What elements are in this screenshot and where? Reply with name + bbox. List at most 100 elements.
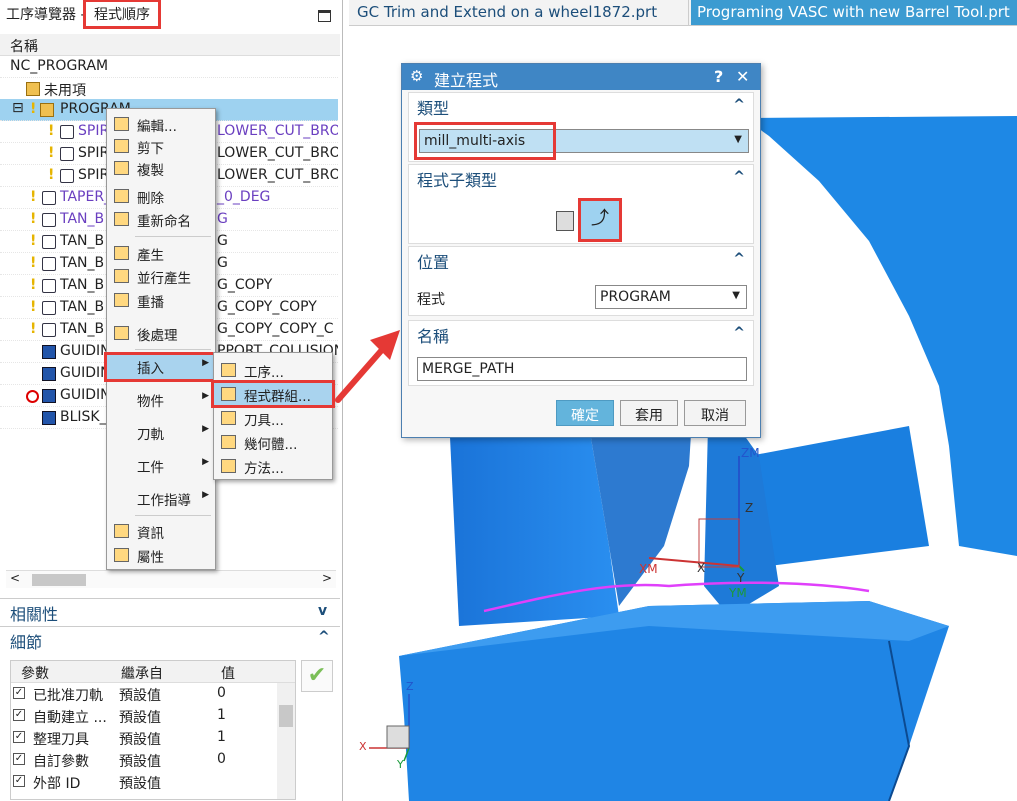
menu-separator [135, 515, 211, 516]
warning-icon: ! [30, 211, 37, 227]
help-icon[interactable]: ? [714, 67, 723, 86]
column-header-name[interactable]: 名稱 [0, 34, 340, 56]
menu-item-operation[interactable]: 工序... [214, 359, 332, 381]
close-icon[interactable]: ✕ [736, 67, 749, 86]
checkbox-checked[interactable]: ✓ [13, 775, 25, 787]
tab-gc-trim[interactable]: GC Trim and Extend on a wheel1872.prt [351, 0, 689, 25]
warning-icon: ! [30, 255, 37, 271]
menu-item-parallel-generate[interactable]: 並行產生 [107, 265, 215, 287]
warning-icon: ! [30, 321, 37, 337]
section-type: 類型 ^ mill_multi-axis ▼ [408, 92, 754, 162]
operation-icon [60, 147, 74, 161]
menu-item-properties[interactable]: 屬性 [107, 544, 215, 566]
table-header-row: 參數 繼承自 值 [11, 661, 295, 683]
tree-row-nc-program[interactable]: NC_PROGRAM [0, 56, 338, 78]
folder-icon [26, 82, 40, 96]
scrollbar-thumb[interactable] [32, 574, 86, 586]
navigator-title: 工序導覽器 - [6, 7, 86, 23]
insert-submenu: 工序... 程式群組... 刀具... 幾何體... 方法... [211, 352, 335, 480]
menu-item-cut[interactable]: 剪下 [107, 135, 215, 157]
method-icon [221, 459, 236, 473]
table-row[interactable]: ✓ 自訂參數 預設值 0 [11, 749, 295, 771]
details-panel-header[interactable]: 細節 ^ [0, 626, 340, 652]
dialog-titlebar[interactable]: ⚙ 建立程式 ? ✕ [402, 64, 760, 90]
maximize-icon[interactable] [318, 10, 331, 22]
details-table: 參數 繼承自 值 ✓ 已批准刀軌 預設值 0 ✓ 自動建立 ... 預設值 1 ✓ 整理刀具預… [10, 660, 296, 800]
chevron-down-icon[interactable]: v [318, 603, 327, 619]
menu-item-workpiece[interactable]: 工件 ▶ [107, 454, 215, 476]
program-subtype-icon[interactable] [556, 211, 574, 231]
table-row[interactable]: ✓ 外部 ID 預設值 [11, 771, 295, 793]
multi-axis-program-icon[interactable]: ⤴ [578, 198, 622, 242]
menu-item-program-group[interactable]: 程式群組... [211, 380, 335, 408]
operation-icon [60, 169, 74, 183]
operation-icon [221, 363, 236, 377]
apply-button[interactable]: 套用 [620, 400, 678, 426]
table-row[interactable]: ✓ 已批准刀軌 預設值 0 [11, 683, 295, 705]
section-name: 名稱 ^ MERGE_PATH [408, 320, 754, 386]
warning-icon: ! [30, 277, 37, 293]
geometry-icon [221, 435, 236, 449]
menu-item-generate[interactable]: 產生 [107, 242, 215, 264]
collapse-icon[interactable]: ⊟ [12, 100, 24, 116]
navigator-view-name[interactable]: 程式順序 [83, 0, 161, 29]
menu-item-geometry[interactable]: 幾何體... [214, 431, 332, 453]
axis-label-ym: YM [729, 586, 747, 600]
horizontal-scrollbar[interactable]: < > [6, 570, 336, 588]
menu-item-method[interactable]: 方法... [214, 455, 332, 477]
scroll-left-icon[interactable]: < [10, 571, 20, 585]
checkbox-checked[interactable]: ✓ [13, 731, 25, 743]
delete-icon [114, 189, 129, 203]
check-apply-icon[interactable]: ✔ [301, 660, 333, 692]
menu-item-insert[interactable]: 插入 ▶ [104, 352, 218, 382]
scrollbar-thumb[interactable] [279, 705, 293, 727]
menu-item-tool[interactable]: 刀具... [214, 407, 332, 429]
program-select[interactable]: PROGRAM ▼ [595, 285, 747, 309]
warning-icon: ! [48, 123, 55, 139]
warning-icon: ! [48, 167, 55, 183]
related-panel-header[interactable]: 相關性 v [0, 598, 340, 624]
chevron-up-icon[interactable]: ^ [318, 629, 330, 645]
menu-item-edit[interactable]: 編輯... [107, 113, 215, 135]
triad-label-z: Z [406, 680, 414, 693]
menu-item-replay[interactable]: 重播 [107, 289, 215, 311]
dropdown-arrow-icon: ▼ [734, 134, 742, 145]
table-row[interactable]: ✓ 整理刀具 預設值 1 [11, 727, 295, 749]
operation-icon [42, 257, 56, 271]
chevron-up-icon[interactable]: ^ [733, 251, 745, 267]
tree-row-unused[interactable]: 未用項 [0, 78, 338, 100]
ok-button[interactable]: 確定 [556, 400, 614, 426]
menu-item-delete[interactable]: 刪除 [107, 185, 215, 207]
scroll-right-icon[interactable]: > [322, 571, 332, 585]
checkbox-checked[interactable]: ✓ [13, 753, 25, 765]
cancel-button[interactable]: 取消 [684, 400, 746, 426]
guiding-op-icon [42, 345, 56, 359]
operation-icon [42, 213, 56, 227]
menu-item-copy[interactable]: 複製 [107, 157, 215, 179]
edit-icon [114, 117, 129, 131]
operation-icon [42, 191, 56, 205]
checkbox-checked[interactable]: ✓ [13, 687, 25, 699]
menu-item-rename[interactable]: 重新命名 [107, 208, 215, 230]
warning-icon: ! [30, 299, 37, 315]
operation-icon [42, 323, 56, 337]
create-program-dialog: ⚙ 建立程式 ? ✕ 類型 ^ mill_multi-axis ▼ 程式子類型 … [401, 63, 761, 438]
guiding-op-icon [42, 367, 56, 381]
postprocess-icon [114, 326, 129, 340]
menu-item-postprocess[interactable]: 後處理 [107, 322, 215, 344]
vertical-scrollbar[interactable] [277, 683, 295, 799]
table-row[interactable]: ✓ 自動建立 ... 預設值 1 [11, 705, 295, 727]
menu-item-work-instruction[interactable]: 工作指導 ▶ [107, 487, 215, 509]
document-tab-bar: GC Trim and Extend on a wheel1872.prt Pr… [349, 0, 1017, 26]
chevron-up-icon[interactable]: ^ [733, 169, 745, 185]
tab-programing-vasc[interactable]: Programing VASC with new Barrel Tool.prt [691, 0, 1017, 25]
name-input[interactable]: MERGE_PATH [417, 357, 747, 381]
menu-item-toolpath[interactable]: 刀軌 ▶ [107, 421, 215, 443]
chevron-up-icon[interactable]: ^ [733, 97, 745, 113]
checkbox-checked[interactable]: ✓ [13, 709, 25, 721]
dialog-title: 建立程式 [434, 71, 499, 90]
menu-item-information[interactable]: 資訊 [107, 520, 215, 542]
menu-item-object[interactable]: 物件 ▶ [107, 388, 215, 410]
copy-icon [114, 161, 129, 175]
chevron-up-icon[interactable]: ^ [733, 325, 745, 341]
